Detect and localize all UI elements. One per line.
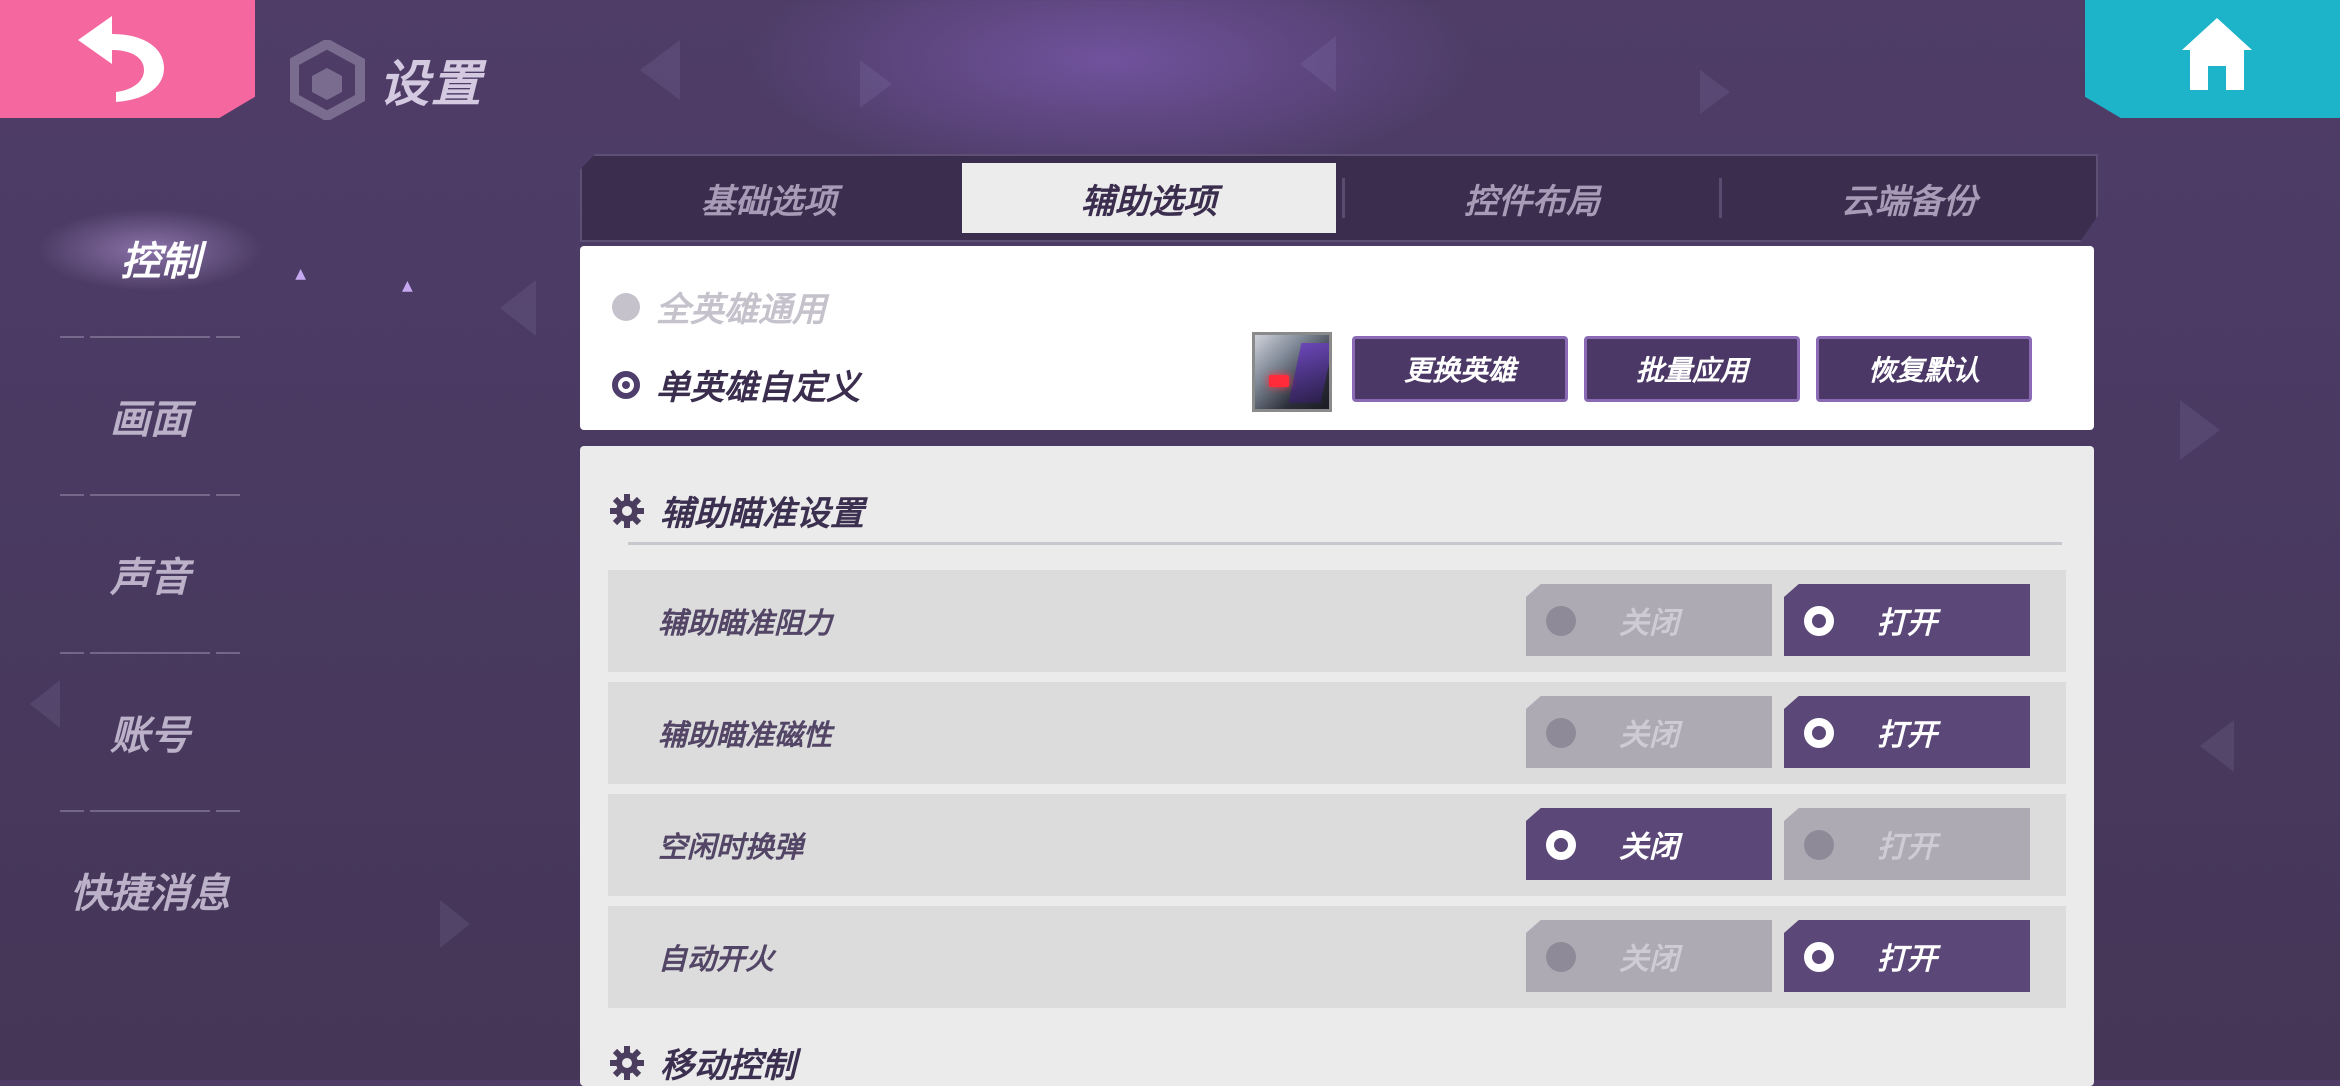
radio-selected-icon: [1804, 606, 1834, 636]
radio-all-heroes[interactable]: 全英雄通用: [612, 282, 826, 331]
aim-assist-section-header: 辅助瞄准设置: [610, 486, 864, 535]
gear-icon: [610, 493, 644, 528]
bg-triangle: [2200, 720, 2234, 772]
sidebar-item-label: 声音: [110, 555, 190, 601]
toggle-off-label: 关闭: [1619, 830, 1679, 865]
radio-label: 全英雄通用: [656, 290, 826, 330]
sidebar-item-label: 快捷消息: [70, 871, 230, 917]
toggle-off-button[interactable]: 关闭: [1526, 696, 1772, 768]
option-row-aim-resistance: 辅助瞄准阻力 关闭 打开: [608, 570, 2066, 672]
sidebar-item-account[interactable]: 账号: [0, 654, 300, 810]
sidebar-item-label: 画面: [110, 397, 190, 443]
sidebar-item-sound[interactable]: 声音: [0, 496, 300, 652]
hero-avatar[interactable]: [1252, 332, 1332, 412]
tab-assist-options[interactable]: 辅助选项: [962, 163, 1336, 233]
bg-triangle: [500, 280, 536, 336]
toggle-on-button[interactable]: 打开: [1784, 808, 2030, 880]
radio-selected-icon: [1546, 830, 1576, 860]
radio-selected-icon: [612, 370, 640, 399]
radio-label: 单英雄自定义: [656, 368, 860, 408]
gear-icon: [610, 1045, 644, 1080]
option-row-aim-magnetism: 辅助瞄准磁性 关闭 打开: [608, 682, 2066, 784]
sparkle-icon: ▲: [402, 278, 413, 294]
tab-bar: 基础选项 辅助选项 控件布局 云端备份: [580, 154, 2098, 242]
toggle-on-label: 打开: [1877, 718, 1937, 753]
toggle-off-button[interactable]: 关闭: [1526, 584, 1772, 656]
home-icon: [2182, 18, 2252, 90]
sparkle-icon: ▲: [295, 266, 306, 282]
option-label: 辅助瞄准磁性: [658, 718, 833, 752]
bg-triangle: [1700, 70, 1730, 114]
home-button[interactable]: [2085, 0, 2340, 118]
bg-triangle: [640, 40, 680, 100]
radio-unselected-icon: [1804, 830, 1834, 860]
sidebar-item-control[interactable]: ▲ ▲ 控制: [0, 180, 413, 336]
radio-unselected-icon: [1546, 942, 1576, 972]
sidebar-item-label: 账号: [110, 713, 190, 759]
section-title: 辅助瞄准设置: [660, 494, 864, 534]
game-logo-icon: [290, 40, 365, 120]
sidebar-item-display[interactable]: 画面: [0, 338, 300, 494]
section-title: 移动控制: [660, 1046, 796, 1086]
toggle-off-label: 关闭: [1619, 606, 1679, 641]
radio-unselected-icon: [1546, 606, 1576, 636]
radio-single-hero[interactable]: 单英雄自定义: [612, 360, 860, 409]
tab-control-layout[interactable]: 控件布局: [1345, 163, 1719, 233]
radio-selected-icon: [1804, 718, 1834, 748]
option-label: 辅助瞄准阻力: [658, 606, 833, 640]
toggle-on-button[interactable]: 打开: [1784, 696, 2030, 768]
back-arrow-icon: [78, 16, 164, 102]
radio-selected-icon: [1804, 942, 1834, 972]
toggle-on-label: 打开: [1877, 830, 1937, 865]
bg-triangle: [1300, 36, 1336, 92]
toggle-off-label: 关闭: [1619, 718, 1679, 753]
sidebar-item-label: 控制: [120, 239, 201, 285]
tab-basic-options[interactable]: 基础选项: [582, 163, 956, 233]
toggle-off-label: 关闭: [1619, 942, 1679, 977]
back-button[interactable]: [0, 0, 255, 118]
bg-triangle: [2180, 400, 2220, 460]
batch-apply-button[interactable]: 批量应用: [1584, 336, 1800, 402]
section-divider: [608, 542, 2062, 545]
hero-avatar-eye: [1269, 375, 1289, 387]
page-header: 设置: [290, 40, 483, 120]
option-row-idle-reload: 空闲时换弹 关闭 打开: [608, 794, 2066, 896]
toggle-off-button[interactable]: 关闭: [1526, 920, 1772, 992]
sidebar: ▲ ▲ 控制 画面 声音 账号 快捷消息: [0, 180, 413, 968]
hero-avatar-hair: [1288, 343, 1329, 403]
toggle-on-button[interactable]: 打开: [1784, 920, 2030, 992]
bg-triangle: [860, 60, 892, 108]
bg-triangle: [440, 900, 470, 948]
tab-cloud-backup[interactable]: 云端备份: [1722, 163, 2096, 233]
page-title: 设置: [379, 55, 483, 113]
radio-unselected-icon: [1546, 718, 1576, 748]
movement-section-header: 移动控制: [610, 1038, 796, 1086]
restore-default-button[interactable]: 恢复默认: [1816, 336, 2032, 402]
option-row-auto-fire: 自动开火 关闭 打开: [608, 906, 2066, 1008]
change-hero-button[interactable]: 更换英雄: [1352, 336, 1568, 402]
toggle-off-button[interactable]: 关闭: [1526, 808, 1772, 880]
hero-mode-panel: 全英雄通用 单英雄自定义 更换英雄 批量应用 恢复默认: [580, 246, 2094, 430]
option-label: 自动开火: [658, 942, 775, 976]
toggle-on-label: 打开: [1877, 606, 1937, 641]
sidebar-item-quick-message[interactable]: 快捷消息: [0, 812, 300, 968]
option-label: 空闲时换弹: [658, 830, 804, 864]
toggle-on-label: 打开: [1877, 942, 1937, 977]
toggle-on-button[interactable]: 打开: [1784, 584, 2030, 656]
settings-panel: 辅助瞄准设置 辅助瞄准阻力 关闭 打开 辅助瞄准磁性 关闭 打开 空闲时换弹 关…: [580, 446, 2094, 1086]
radio-unselected-icon: [612, 292, 640, 321]
